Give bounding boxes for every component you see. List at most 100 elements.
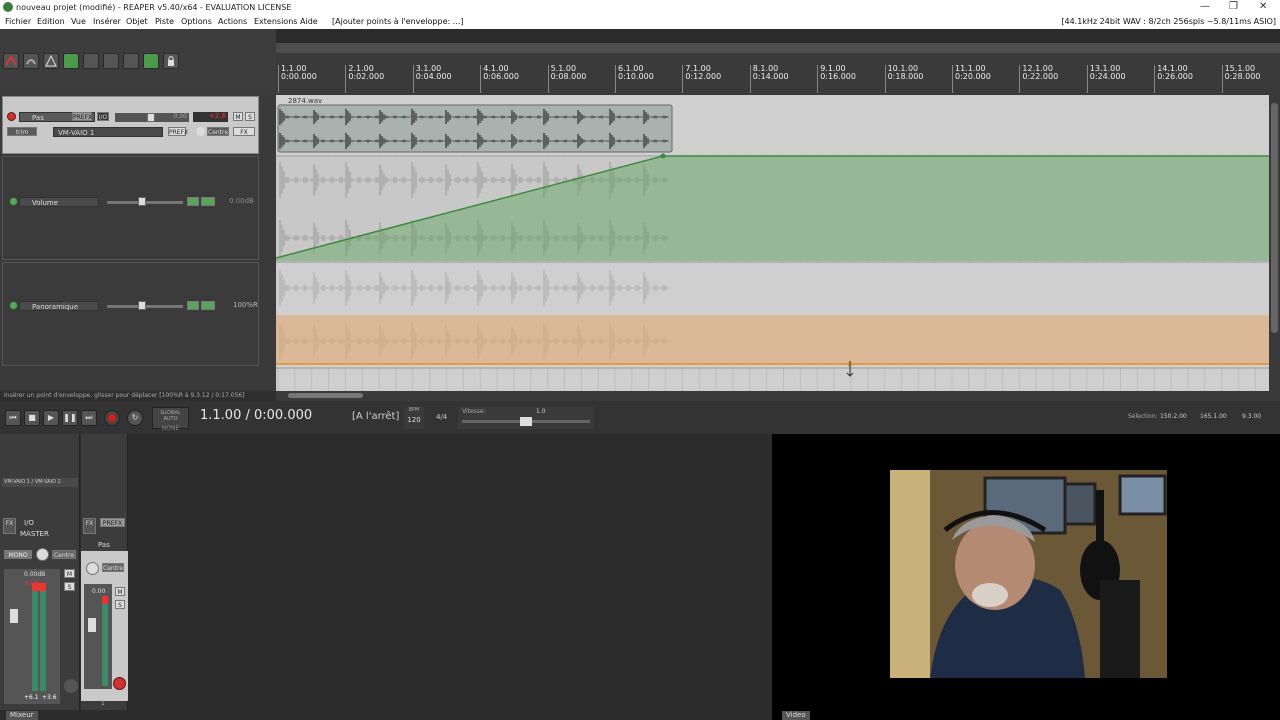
arrange-canvas[interactable] xyxy=(276,95,1269,391)
master-fx-button[interactable]: FX xyxy=(3,518,16,534)
bpm-display[interactable]: BPM 120 xyxy=(404,407,424,429)
menu-options[interactable]: Options xyxy=(181,17,212,26)
menu-extensions[interactable]: Extensions xyxy=(254,17,297,26)
menu-edition[interactable]: Edition xyxy=(37,17,65,26)
pan-envelope-knob[interactable] xyxy=(138,301,146,310)
pause-icon[interactable]: ❚❚ xyxy=(62,410,78,426)
strip-pan-value[interactable]: Centre xyxy=(102,563,124,572)
go-end-icon[interactable]: ⏭ xyxy=(81,410,97,426)
strip-pan-knob[interactable] xyxy=(86,562,99,575)
master-fader-knob[interactable] xyxy=(10,609,18,623)
video-tab[interactable]: Video xyxy=(782,711,810,720)
time-signature[interactable]: 4/4 xyxy=(436,413,447,421)
loop-icon[interactable] xyxy=(143,53,159,69)
master-solo-button[interactable]: S xyxy=(64,582,75,591)
go-start-icon[interactable]: ⏮ xyxy=(5,410,21,426)
master-mute-button[interactable]: M xyxy=(64,569,75,578)
strip-fader-area[interactable]: 0.00 xyxy=(84,584,112,689)
mono-button[interactable]: MONO xyxy=(4,550,32,559)
pan-envelope-mode-button[interactable] xyxy=(201,301,215,310)
pan-knob-icon[interactable] xyxy=(196,127,205,136)
grid-triangle-icon[interactable] xyxy=(43,53,59,69)
mute-button[interactable]: M xyxy=(233,112,243,121)
maximize-button[interactable]: ❐ xyxy=(1229,1,1238,12)
menu-fichier[interactable]: Fichier xyxy=(5,17,31,26)
window-title: nouveau projet (modifié) - REAPER v5.40/… xyxy=(16,3,292,12)
track-input-select[interactable]: VM-VAIO 1 xyxy=(53,127,163,137)
horizontal-scrollbar[interactable] xyxy=(276,391,1280,401)
position-display[interactable]: 1.1.00 / 0:00.000 xyxy=(200,408,312,423)
play-icon[interactable]: ▶ xyxy=(43,410,59,426)
strip-body: Centre 0.00 M S xyxy=(81,551,128,701)
track-header-pas[interactable]: Pas PREFX I/O 0.00 +2.6 M S trim VM-VAIO… xyxy=(2,96,259,154)
master-pan-value[interactable]: Centre xyxy=(52,550,76,559)
master-input-label[interactable]: VM-VAIO 1 / VM-VAIO 2 xyxy=(2,478,78,487)
master-io-label[interactable]: I/O xyxy=(24,519,34,527)
arrange-view[interactable]: 2874.wav xyxy=(276,95,1269,391)
trim-mode-button[interactable]: trim xyxy=(7,127,37,136)
envelope-active-icon[interactable] xyxy=(9,197,18,206)
fx-button[interactable]: FX xyxy=(233,127,255,136)
global-auto-button[interactable]: GLOBAL AUTO NONE xyxy=(152,407,189,432)
selection-length[interactable]: 9.3.00 xyxy=(1242,413,1261,420)
menu-objet[interactable]: Objet xyxy=(126,17,148,26)
track-fx-button[interactable]: PREFX xyxy=(72,112,92,121)
mixer-tab[interactable]: Mixeur xyxy=(6,711,38,720)
strip-solo-button[interactable]: S xyxy=(115,600,125,609)
menu-aide[interactable]: Aide xyxy=(300,17,318,26)
menu-vue[interactable]: Vue xyxy=(71,17,86,26)
strip-mute-button[interactable]: M xyxy=(115,587,125,596)
strip-prefx-button[interactable]: PREFX xyxy=(100,518,125,527)
menu-actions[interactable]: Actions xyxy=(218,17,247,26)
strip-record-arm-icon[interactable] xyxy=(113,677,126,690)
snap-icon[interactable] xyxy=(23,53,39,69)
metronome-icon[interactable] xyxy=(123,53,139,69)
vertical-scrollbar[interactable] xyxy=(1269,95,1280,391)
strip-fx-button[interactable]: FX xyxy=(83,518,96,534)
vertical-scroll-thumb[interactable] xyxy=(1271,103,1278,333)
master-env-icon[interactable] xyxy=(64,679,78,693)
envelope-mode-button[interactable] xyxy=(201,197,215,206)
horizontal-scroll-thumb[interactable] xyxy=(288,393,363,398)
ruler-tick xyxy=(682,65,684,93)
minimize-button[interactable]: — xyxy=(1200,1,1210,12)
region-strip[interactable] xyxy=(276,43,1280,53)
envelope-arm-button[interactable] xyxy=(187,197,199,206)
auto-crossfade-icon[interactable] xyxy=(103,53,119,69)
pan-envelope-active-icon[interactable] xyxy=(9,301,18,310)
stop-icon[interactable]: ■ xyxy=(24,410,40,426)
envelope-point xyxy=(660,153,666,159)
track-io-button[interactable]: I/O xyxy=(97,112,109,121)
track-env-button[interactable]: PREFX xyxy=(168,127,188,136)
envelope-lock-icon[interactable] xyxy=(63,53,79,69)
volume-envelope-knob[interactable] xyxy=(138,197,146,206)
webcam-video-frame xyxy=(890,470,1167,678)
menu-piste[interactable]: Piste xyxy=(155,17,174,26)
selection-end[interactable]: 165.1.00 xyxy=(1200,413,1227,420)
master-pan-knob[interactable] xyxy=(36,548,49,561)
pan-envelope-arm-button[interactable] xyxy=(187,301,199,310)
repeat-icon[interactable]: ↻ xyxy=(127,410,143,426)
solo-button[interactable]: S xyxy=(245,112,255,121)
master-fader-area[interactable]: 0.00dB +2.8 +6.1 +3.6 xyxy=(4,569,60,704)
timeline-ruler[interactable]: 1.1.00 0:00.000 2.1.00 0:02.000 3.1.00 0:04.0… xyxy=(276,43,1280,95)
pan-value[interactable]: Centre xyxy=(207,127,229,136)
playrate-knob[interactable] xyxy=(520,417,532,426)
record-icon[interactable] xyxy=(104,410,120,426)
grid-icon[interactable] xyxy=(83,53,99,69)
ripple-edit-icon[interactable] xyxy=(3,53,19,69)
ruler-label: 14.1.00 0:26.000 xyxy=(1157,64,1193,81)
selection-start[interactable]: 150.2.00 xyxy=(1160,413,1187,420)
audio-device-info[interactable]: [44.1kHz 24bit WAV : 8/2ch 256spls ~5.8/… xyxy=(1061,17,1276,26)
close-button[interactable]: ✕ xyxy=(1259,1,1267,12)
volume-envelope-header[interactable]: Volume 0.00dB xyxy=(2,156,259,260)
pan-envelope-header[interactable]: Panoramique 100%R xyxy=(2,262,259,366)
record-arm-icon[interactable] xyxy=(7,112,16,121)
volume-knob[interactable] xyxy=(147,113,155,122)
lock-icon[interactable] xyxy=(163,53,179,69)
strip-fader-knob[interactable] xyxy=(88,618,96,632)
playrate-control[interactable]: Vitesse: 1.0 xyxy=(458,407,594,429)
menu-last-action[interactable]: [Ajouter points à l'enveloppe: ...] xyxy=(332,17,463,26)
volume-fader[interactable]: 0.00 xyxy=(115,113,189,122)
menu-inserer[interactable]: Insérer xyxy=(93,17,121,26)
